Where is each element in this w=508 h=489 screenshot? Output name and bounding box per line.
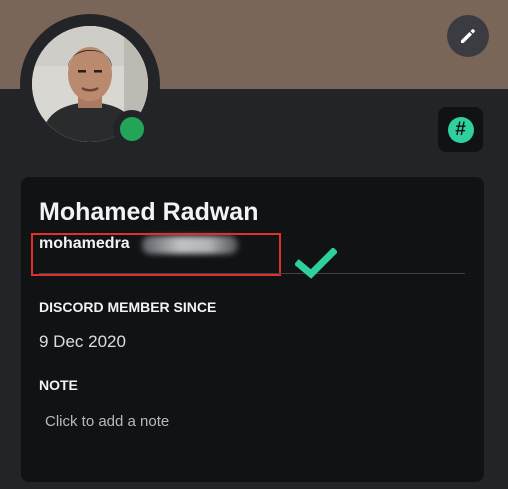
divider <box>39 273 465 274</box>
pencil-icon <box>461 29 475 43</box>
display-name: Mohamed Radwan <box>39 198 259 226</box>
annotation-highlight-box <box>31 233 281 276</box>
checkmark-icon <box>295 248 337 279</box>
edit-profile-button[interactable] <box>447 15 489 57</box>
hashtag-icon: # <box>447 116 474 143</box>
note-heading: NOTE <box>39 377 78 393</box>
online-status-dot <box>120 117 144 141</box>
profile-badge-button[interactable]: # <box>438 107 483 152</box>
member-since-heading: DISCORD MEMBER SINCE <box>39 299 217 315</box>
status-indicator <box>113 110 151 148</box>
note-input[interactable]: Click to add a note <box>45 413 465 430</box>
member-since-date: 9 Dec 2020 <box>39 332 126 351</box>
